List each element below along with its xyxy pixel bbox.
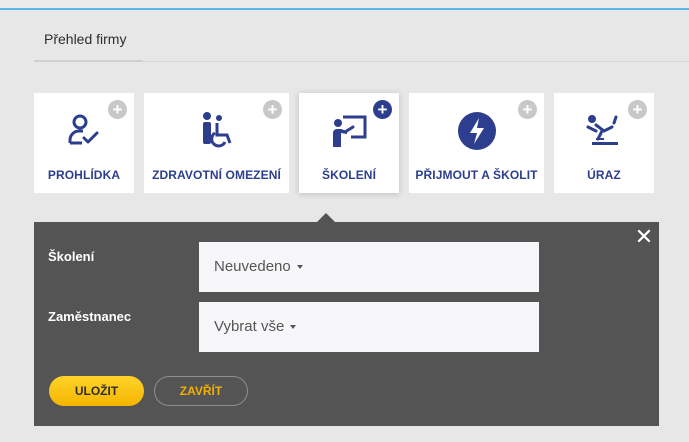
save-button[interactable]: ULOŽIT (49, 376, 144, 406)
tile-label: ŠKOLENÍ (321, 168, 377, 182)
employee-select[interactable]: Vybrat vše (199, 302, 539, 352)
add-icon[interactable]: + (518, 100, 537, 119)
caret-down-icon (290, 325, 297, 330)
employee-label: Zaměstnanec (48, 309, 132, 324)
tile-label: ZDRAVOTNÍ OMEZENÍ (152, 168, 281, 182)
tab-company-overview[interactable]: Přehled firmy (34, 22, 142, 62)
tab-divider (142, 61, 689, 62)
add-icon[interactable]: + (628, 100, 647, 119)
training-select[interactable]: Neuvedeno (199, 242, 539, 292)
tab-label: Přehled firmy (44, 31, 127, 47)
tile-uraz[interactable]: + ÚRAZ (554, 93, 654, 193)
tile-skoleni[interactable]: + ŠKOLENÍ (299, 93, 399, 193)
wheelchair-icon (202, 112, 231, 148)
top-border (0, 0, 689, 10)
training-select-value: Neuvedeno (214, 258, 303, 275)
close-button[interactable]: ZAVŘÍT (154, 376, 248, 406)
teacher-board-icon (333, 115, 367, 147)
person-check-icon (68, 114, 99, 145)
add-icon[interactable]: + (108, 100, 127, 119)
caret-down-icon (296, 265, 303, 270)
lightning-icon (457, 112, 496, 150)
add-icon[interactable]: + (373, 100, 392, 119)
tile-zdravotni-omezeni[interactable]: + ZDRAVOTNÍ OMEZENÍ (144, 93, 289, 193)
training-label: Školení (48, 249, 95, 264)
tile-prohlidka[interactable]: + PROHLÍDKA (34, 93, 134, 193)
slip-fall-icon (586, 115, 618, 145)
tile-label: PROHLÍDKA (47, 168, 121, 182)
add-icon[interactable]: + (263, 100, 282, 119)
employee-select-value: Vybrat vše (214, 318, 297, 335)
tile-prijmout-a-skolit[interactable]: + PŘIJMOUT A ŠKOLIT (409, 93, 544, 193)
tile-label: PŘIJMOUT A ŠKOLIT (415, 168, 538, 182)
tile-label: ÚRAZ (587, 168, 621, 182)
close-icon[interactable]: ✕ (634, 226, 654, 248)
